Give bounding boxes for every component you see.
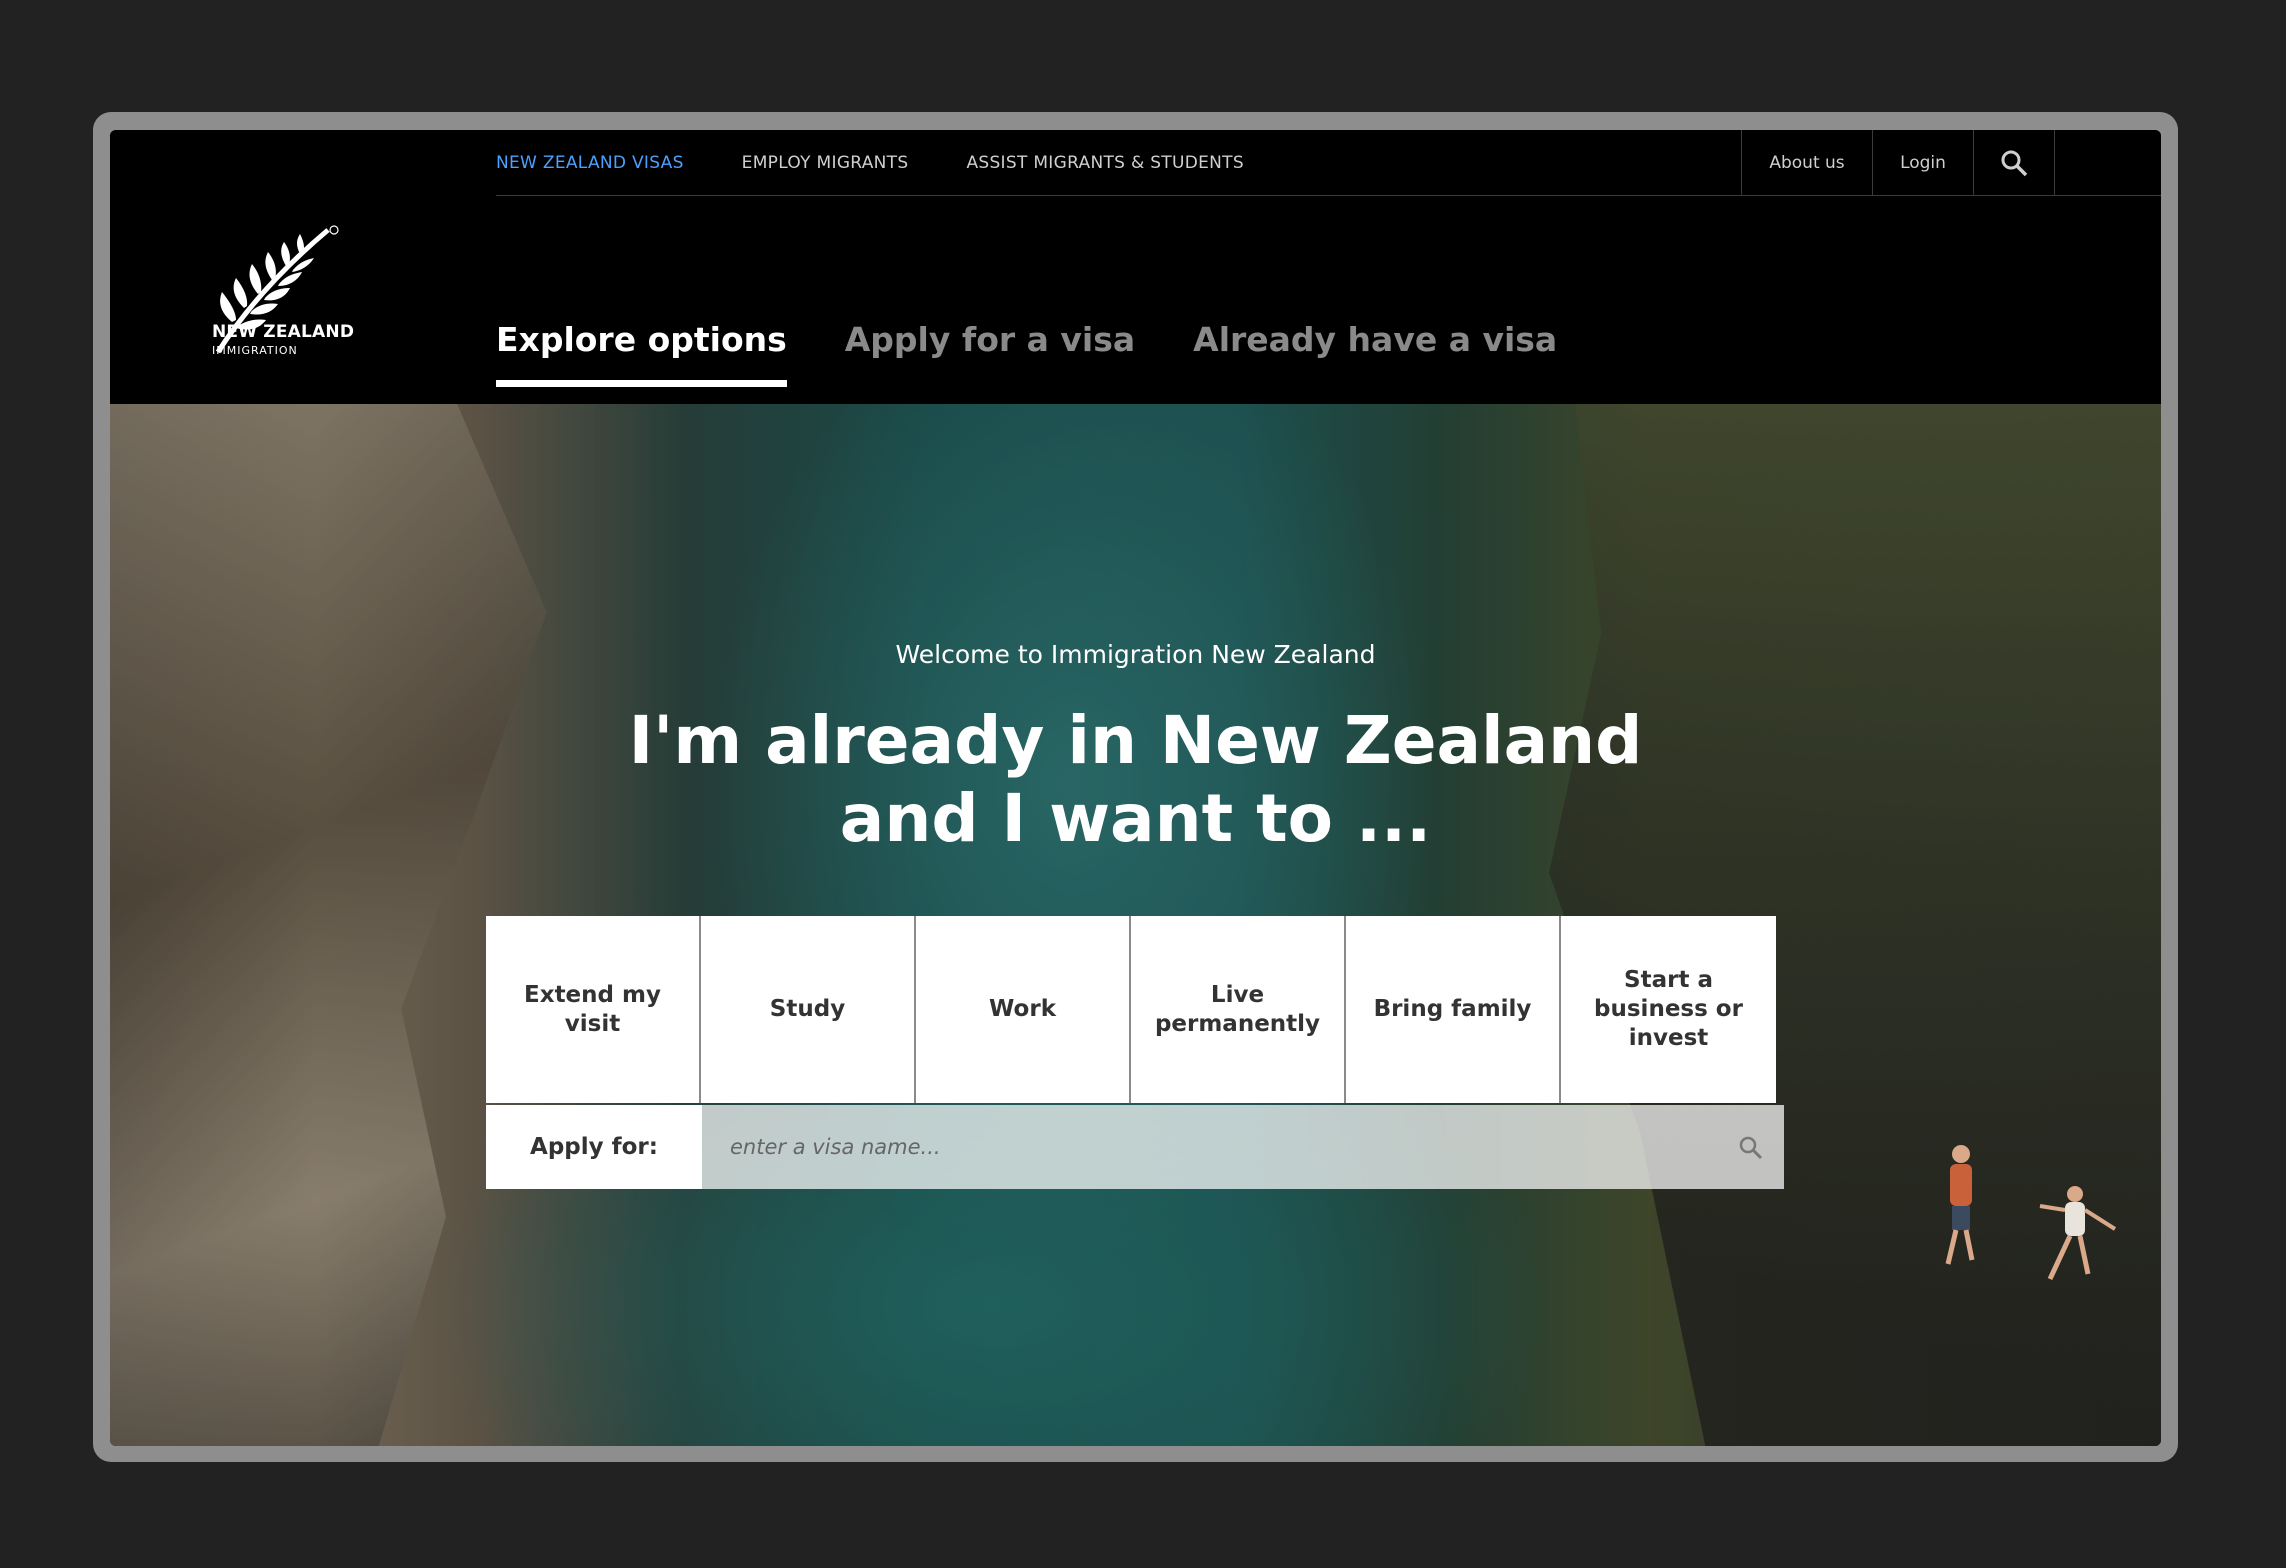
nav-assist-migrants-students[interactable]: ASSIST MIGRANTS & STUDENTS	[966, 153, 1244, 173]
search-icon	[2001, 150, 2028, 177]
welcome-text: Welcome to Immigration New Zealand	[895, 640, 1376, 669]
browser-screen: NEW ZEALAND IMMIGRATION NEW ZEALAND VISA…	[110, 130, 2161, 1446]
option-live-permanently[interactable]: Live permanently	[1131, 916, 1346, 1103]
logo-subtitle: IMMIGRATION	[212, 344, 298, 357]
nav-employ-migrants[interactable]: EMPLOY MIGRANTS	[742, 153, 909, 173]
search-icon[interactable]	[1738, 1135, 1764, 1161]
tab-already-have-a-visa[interactable]: Already have a visa	[1193, 320, 1557, 387]
tab-apply-for-a-visa[interactable]: Apply for a visa	[845, 320, 1135, 387]
about-us-link[interactable]: About us	[1741, 130, 1872, 196]
option-extend-my-visit[interactable]: Extend my visit	[486, 916, 701, 1103]
login-link[interactable]: Login	[1872, 130, 1973, 196]
main-tabs: Explore options Apply for a visa Already…	[496, 320, 1557, 387]
apply-for-row: Apply for:	[486, 1105, 1784, 1189]
headline-line-2: and I want to ...	[839, 780, 1432, 857]
option-bring-family[interactable]: Bring family	[1346, 916, 1561, 1103]
visa-name-input[interactable]	[702, 1105, 1784, 1189]
hero-section: Welcome to Immigration New Zealand I'm a…	[110, 404, 2161, 1446]
option-study[interactable]: Study	[701, 916, 916, 1103]
option-work[interactable]: Work	[916, 916, 1131, 1103]
hero-headline: I'm already in New Zealand and I want to…	[110, 702, 2161, 858]
site-header: NEW ZEALAND IMMIGRATION NEW ZEALAND VISA…	[110, 130, 2161, 404]
logo-wordmark: NEW ZEALAND	[212, 322, 355, 342]
headline-line-1: I'm already in New Zealand	[628, 702, 1643, 779]
apply-for-label: Apply for:	[486, 1105, 702, 1189]
hikers-illustration	[1945, 1145, 2117, 1281]
option-tiles: Extend my visit Study Work Live permanen…	[486, 916, 1776, 1103]
option-start-business-or-invest[interactable]: Start a business or invest	[1561, 916, 1776, 1103]
visa-search-field	[702, 1105, 1784, 1189]
tab-explore-options[interactable]: Explore options	[496, 320, 787, 387]
header-search-button[interactable]	[1973, 130, 2055, 196]
top-nav: NEW ZEALAND VISAS EMPLOY MIGRANTS ASSIST…	[496, 130, 1244, 196]
nav-new-zealand-visas[interactable]: NEW ZEALAND VISAS	[496, 153, 684, 173]
